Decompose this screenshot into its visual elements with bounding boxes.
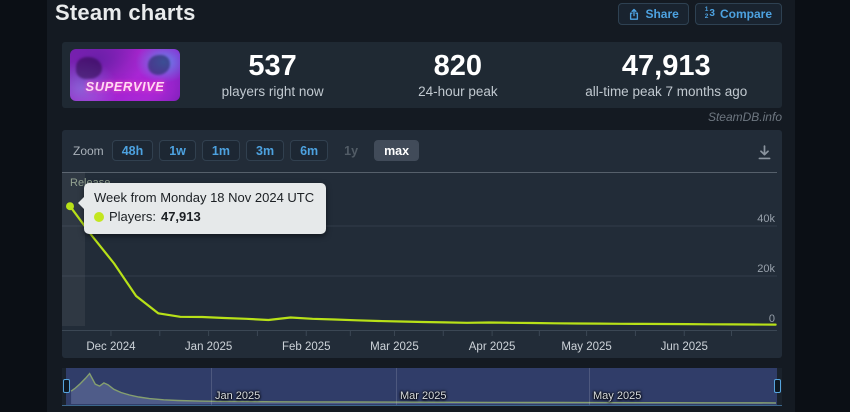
x-axis-label: May 2025 [561, 341, 612, 353]
y-axis-tick-label: 20k [757, 263, 775, 275]
compare-icon: 123 [705, 7, 715, 21]
navigator-axis-label: Jan 2025 [215, 390, 260, 402]
tooltip-value: 47,913 [161, 208, 201, 227]
download-icon[interactable] [756, 144, 773, 166]
page: Steam charts Share 123 Compare SUPERVIVE… [47, 0, 795, 412]
steamdb-watermark: SteamDB.info [708, 110, 782, 124]
chart-tooltip: Week from Monday 18 Nov 2024 UTC Players… [84, 183, 326, 234]
capsule-art-shape [148, 55, 170, 75]
stat-label: all-time peak 7 months ago [550, 84, 782, 99]
zoom-button-max[interactable]: max [374, 140, 419, 161]
game-capsule-image[interactable]: SUPERVIVE [70, 49, 180, 101]
stat-label: players right now [180, 84, 365, 99]
zoom-button-48h[interactable]: 48h [112, 140, 154, 161]
y-axis-tick-label: 40k [757, 213, 775, 225]
tooltip-series-label: Players: [109, 208, 156, 227]
navigator-axis-label: Mar 2025 [400, 390, 446, 402]
share-icon [628, 8, 640, 21]
share-button-label: Share [645, 7, 678, 21]
zoom-button-6m[interactable]: 6m [290, 140, 328, 161]
zoom-button-3m[interactable]: 3m [246, 140, 284, 161]
y-axis-tick-label: 0 [769, 313, 775, 325]
zoom-controls: Zoom 48h1w 1m 3m 6m 1y max [73, 140, 419, 161]
zoom-button-1y: 1y [334, 140, 368, 161]
x-axis-label: Feb 2025 [282, 341, 331, 353]
stat-value: 537 [180, 51, 365, 83]
zoom-button-1m[interactable]: 1m [202, 140, 240, 161]
tooltip-series-row: Players: 47,913 [94, 208, 314, 227]
x-axis-label: Apr 2025 [469, 341, 516, 353]
tooltip-title: Week from Monday 18 Nov 2024 UTC [94, 189, 314, 208]
share-button[interactable]: Share [618, 3, 688, 25]
x-axis-label: Dec 2024 [86, 341, 136, 353]
compare-button[interactable]: 123 Compare [695, 3, 782, 25]
page-title: Steam charts [55, 0, 196, 26]
stat-value: 820 [365, 51, 550, 83]
x-axis-label: Jun 2025 [661, 341, 708, 353]
capsule-art-shape [76, 57, 102, 79]
release-plot-band [62, 172, 85, 326]
navigator-right-handle[interactable] [774, 379, 781, 393]
x-axis-label: Mar 2025 [370, 341, 419, 353]
navigator-axis-label: May 2025 [593, 390, 641, 402]
stats-card: SUPERVIVE 537players right now82024-hour… [62, 42, 782, 108]
navigator-left-handle[interactable] [63, 379, 70, 393]
stat-value: 47,913 [550, 51, 782, 83]
chart-card: Zoom 48h1w1m3m6m1ymax Release 020k40kDec… [62, 130, 782, 358]
stat-block: 47,913all-time peak 7 months ago [550, 51, 782, 100]
navigator-gridline [396, 368, 397, 405]
game-logo-text: SUPERVIVE [70, 79, 180, 94]
hovered-point-marker [66, 202, 74, 210]
zoom-label: Zoom [73, 144, 104, 158]
zoom-button-1w[interactable]: 1w [159, 140, 196, 161]
stat-block: 82024-hour peak [365, 51, 550, 100]
series-dot-icon [94, 212, 104, 222]
header-actions: Share 123 Compare [618, 3, 782, 25]
chart-navigator[interactable]: Jan 2025 Mar 2025 May 2025 [62, 368, 782, 406]
stat-label: 24-hour peak [365, 84, 550, 99]
zoom-buttons: 48h1w 1m 3m 6m 1y max [112, 140, 419, 161]
navigator-gridline [589, 368, 590, 405]
stats-list: 537players right now82024-hour peak47,91… [180, 51, 782, 100]
x-axis-label: Jan 2025 [185, 341, 232, 353]
stat-block: 537players right now [180, 51, 365, 100]
navigator-gridline [211, 368, 212, 405]
compare-button-label: Compare [720, 7, 772, 21]
